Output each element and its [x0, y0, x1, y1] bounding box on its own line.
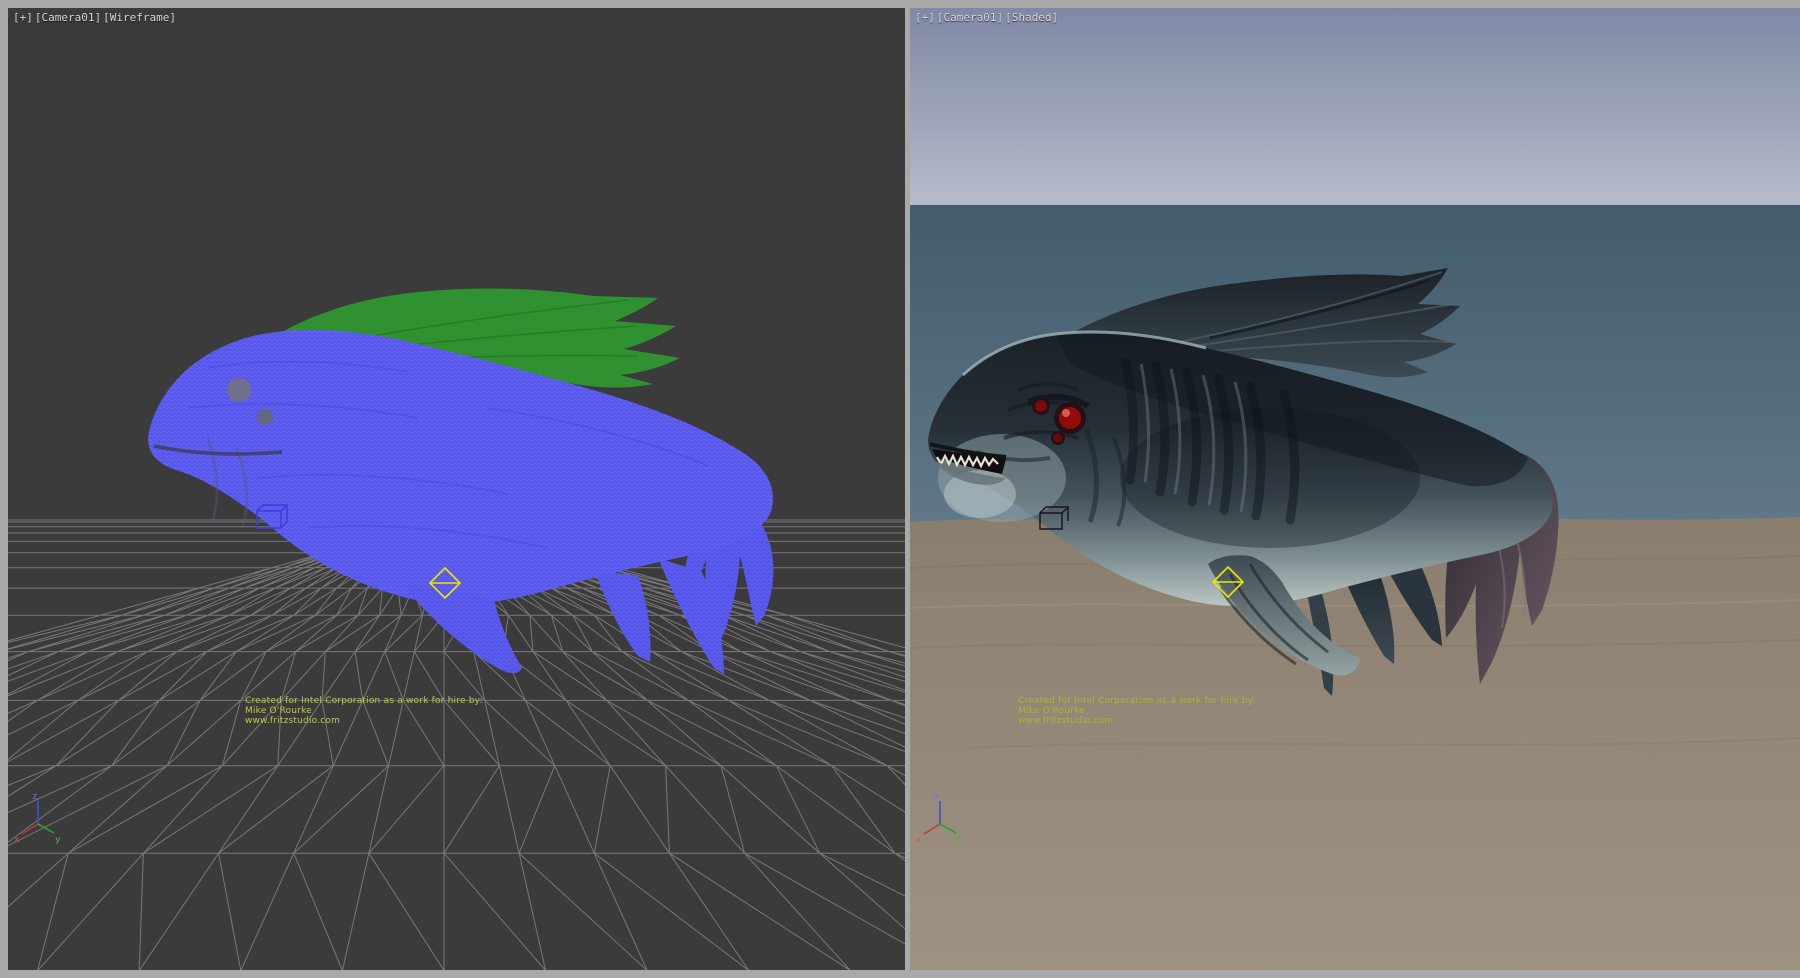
viewport-menu-camera[interactable]: [Camera01]	[937, 11, 1003, 24]
fish-eye-3	[1054, 434, 1063, 443]
fish-eye-2	[1035, 400, 1047, 412]
viewport-menu-options[interactable]: [+]	[915, 11, 935, 24]
watermark-line3: www.fritzstudio.com	[245, 716, 483, 726]
axis-label-z: z	[32, 792, 37, 802]
world-axis-tripod: z x y	[14, 792, 61, 845]
watermark-line3: www.fritzstudio.com	[1018, 716, 1256, 726]
fish-eye-large	[227, 378, 251, 402]
watermark-line1: Created for Intel Corporation as a work …	[245, 696, 483, 706]
axis-label-y: y	[55, 835, 61, 845]
axis-label-x: x	[916, 835, 922, 845]
viewport-menu-shading[interactable]: [Wireframe]	[103, 11, 176, 24]
shaded-scene: z x y	[910, 8, 1800, 970]
axis-label-y: y	[957, 835, 963, 845]
watermark-line1: Created for Intel Corporation as a work …	[1018, 696, 1256, 706]
viewport-menu: [+][Camera01][Shaded]	[915, 11, 1060, 24]
viewport-menu-camera[interactable]: [Camera01]	[35, 11, 101, 24]
viewport-menu-options[interactable]: [+]	[13, 11, 33, 24]
wireframe-scene: z x y	[8, 8, 905, 970]
viewport-menu: [+][Camera01][Wireframe]	[13, 11, 178, 24]
sky-backdrop	[910, 8, 1800, 205]
axis-label-z: z	[934, 792, 939, 802]
watermark-line2: Mike O'Rourke	[245, 706, 483, 716]
fish-eye-highlight	[1062, 409, 1070, 417]
watermark-line2: Mike O'Rourke	[1018, 706, 1256, 716]
viewport-layout: z x y [+][Camera01][Wireframe] Created f…	[0, 0, 1800, 978]
viewport-wireframe[interactable]: z x y [+][Camera01][Wireframe] Created f…	[8, 8, 905, 970]
viewport-menu-shading[interactable]: [Shaded]	[1005, 11, 1058, 24]
watermark: Created for Intel Corporation as a work …	[1018, 696, 1256, 726]
fish-eye-large	[1059, 407, 1081, 429]
viewport-shaded[interactable]: z x y [+][Camera01][Shaded] Created for …	[910, 8, 1800, 970]
axis-label-x: x	[14, 835, 20, 845]
watermark: Created for Intel Corporation as a work …	[245, 696, 483, 726]
fish-eye-small	[257, 409, 273, 425]
